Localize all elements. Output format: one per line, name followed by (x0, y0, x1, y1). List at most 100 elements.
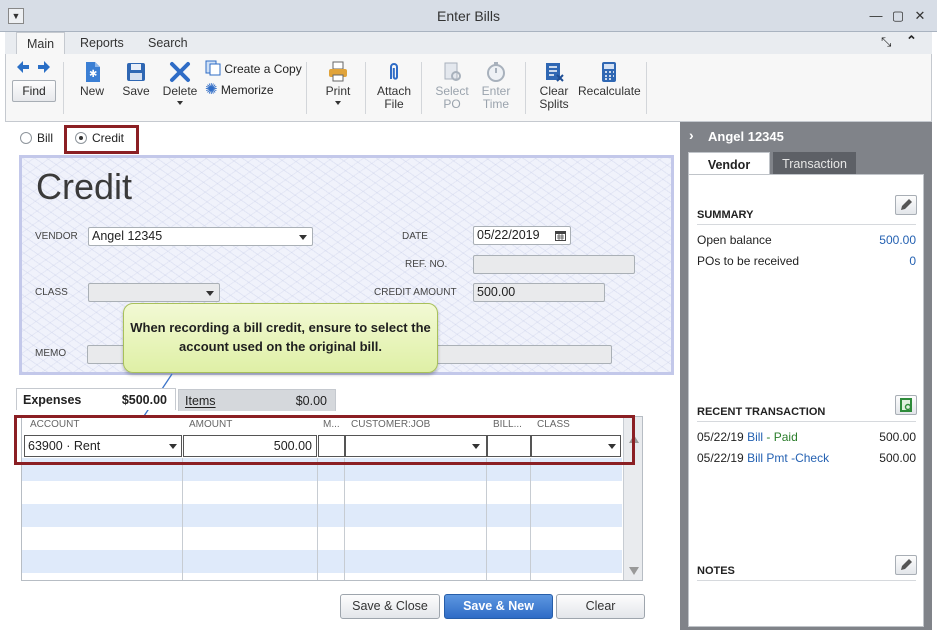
credit-radio[interactable] (75, 132, 87, 144)
chevron-up-icon[interactable]: ⌃ (906, 33, 917, 49)
class-label: CLASS (35, 287, 68, 298)
expand-panel-icon[interactable]: › (689, 127, 694, 143)
recent-type-link[interactable]: Bill Pmt -Check (747, 451, 829, 465)
clear-splits-icon (546, 63, 564, 82)
report-icon (900, 398, 912, 412)
enter-time-label-2: Time (482, 97, 510, 111)
column-divider (486, 458, 487, 580)
attach-file-button[interactable]: Attach File (372, 61, 416, 111)
bill-radio-label[interactable]: Bill (37, 131, 53, 145)
save-new-button[interactable]: Save & New (444, 594, 553, 619)
print-label: Print (325, 84, 351, 98)
divider (306, 62, 307, 114)
edit-vendor-button[interactable] (895, 195, 917, 215)
summary-row: POs to be received 0 (697, 251, 916, 271)
recent-transaction-row[interactable]: 05/22/19 Bill Pmt -Check 500.00 (697, 448, 916, 468)
tab-transaction[interactable]: Transaction (773, 152, 856, 176)
credit-radio-label[interactable]: Credit (92, 131, 124, 145)
save-button[interactable]: Save (116, 61, 156, 98)
forward-arrow-icon[interactable] (37, 61, 51, 73)
column-divider (317, 458, 318, 580)
pos-to-receive-value[interactable]: 0 (909, 251, 916, 271)
table-row[interactable] (22, 504, 622, 527)
vendor-dropdown-icon[interactable] (299, 235, 307, 240)
copy-icon (205, 60, 221, 76)
tab-main[interactable]: Main (16, 32, 66, 54)
svg-text:✱: ✱ (89, 69, 97, 80)
tab-search[interactable]: Search (138, 32, 198, 54)
column-divider (182, 458, 183, 580)
new-document-icon: ✱ (86, 62, 100, 82)
back-arrow-icon[interactable] (16, 61, 30, 73)
date-field[interactable]: 05/22/2019 (473, 226, 571, 245)
memo-label: MEMO (35, 348, 67, 359)
credit-amount-label: CREDIT AMOUNT (374, 287, 457, 298)
vendor-value: Angel 12345 (92, 229, 163, 243)
ref-no-field[interactable] (473, 255, 635, 274)
clear-splits-button[interactable]: Clear Splits (532, 61, 576, 111)
form-heading: Credit (36, 166, 133, 207)
edit-notes-button[interactable] (895, 555, 917, 575)
recent-amount: 500.00 (879, 451, 916, 465)
expenses-tab-label: Expenses (23, 393, 82, 407)
column-divider (344, 458, 345, 580)
close-icon[interactable]: ✕ (912, 8, 928, 24)
clear-button[interactable]: Clear (556, 594, 645, 619)
class-dropdown-icon[interactable] (206, 291, 214, 296)
table-row[interactable] (22, 550, 622, 573)
tab-vendor[interactable]: Vendor (688, 152, 770, 176)
new-label: New (79, 84, 104, 98)
date-value: 05/22/2019 (477, 228, 540, 242)
restore-icon[interactable]: ▢ (890, 8, 906, 24)
create-copy-button[interactable]: Create a Copy (205, 60, 302, 78)
class-field[interactable] (88, 283, 220, 302)
memorize-button[interactable]: ✺ Memorize (205, 81, 274, 99)
credit-amount-field[interactable]: 500.00 (473, 283, 605, 302)
find-button[interactable]: Find (12, 80, 56, 102)
paperclip-icon (390, 63, 398, 80)
select-po-label-2: PO (443, 97, 461, 111)
scroll-down-icon[interactable] (629, 567, 639, 575)
tab-expenses[interactable]: Expenses $500.00 (16, 388, 176, 410)
summary-divider (697, 224, 916, 225)
clear-splits-label-1: Clear (539, 84, 569, 98)
attach-label-2: File (384, 97, 404, 111)
table-row[interactable] (22, 527, 622, 550)
bill-radio[interactable] (20, 132, 32, 144)
print-button[interactable]: Print (318, 61, 358, 105)
recent-date: 05/22/19 (697, 451, 744, 465)
calendar-icon[interactable] (555, 230, 566, 241)
enter-time-label-1: Enter (481, 84, 511, 98)
window-title: Enter Bills (436, 8, 501, 24)
divider (63, 62, 64, 114)
notes-divider (697, 580, 916, 581)
printer-icon (329, 61, 347, 82)
delete-x-icon (170, 62, 190, 82)
minimize-icon[interactable]: — (868, 8, 884, 24)
open-balance-value[interactable]: 500.00 (879, 230, 916, 250)
recent-amount: 500.00 (879, 430, 916, 444)
vendor-field[interactable]: Angel 12345 (88, 227, 313, 246)
delete-button[interactable]: Delete (160, 61, 200, 105)
open-balance-label: Open balance (697, 233, 772, 247)
save-close-button[interactable]: Save & Close (340, 594, 440, 619)
tab-items[interactable]: Items $0.00 (178, 389, 336, 411)
select-po-button[interactable]: Select PO (430, 61, 474, 111)
recent-transaction-row[interactable]: 05/22/19 Bill - Paid 500.00 (697, 427, 916, 447)
tab-reports[interactable]: Reports (70, 32, 134, 54)
title-bar: ▼ Enter Bills — ▢ ✕ (0, 0, 937, 32)
table-row[interactable] (22, 481, 622, 504)
expenses-tab-amount: $500.00 (121, 393, 167, 407)
recent-type-link[interactable]: Bill (747, 430, 763, 444)
print-dropdown-icon (335, 101, 341, 105)
attach-label-1: Attach (376, 84, 412, 98)
enter-time-button[interactable]: Enter Time (474, 61, 518, 111)
delete-label: Delete (162, 84, 198, 98)
collapse-ribbon-icon[interactable]: ⤡ (881, 34, 891, 50)
new-button[interactable]: ✱ New (72, 61, 112, 98)
quick-report-button[interactable] (895, 395, 917, 415)
recent-date: 05/22/19 (697, 430, 744, 444)
memorize-label: Memorize (220, 83, 274, 97)
pencil-icon (901, 559, 912, 570)
recalculate-button[interactable]: Recalculate (578, 61, 641, 98)
